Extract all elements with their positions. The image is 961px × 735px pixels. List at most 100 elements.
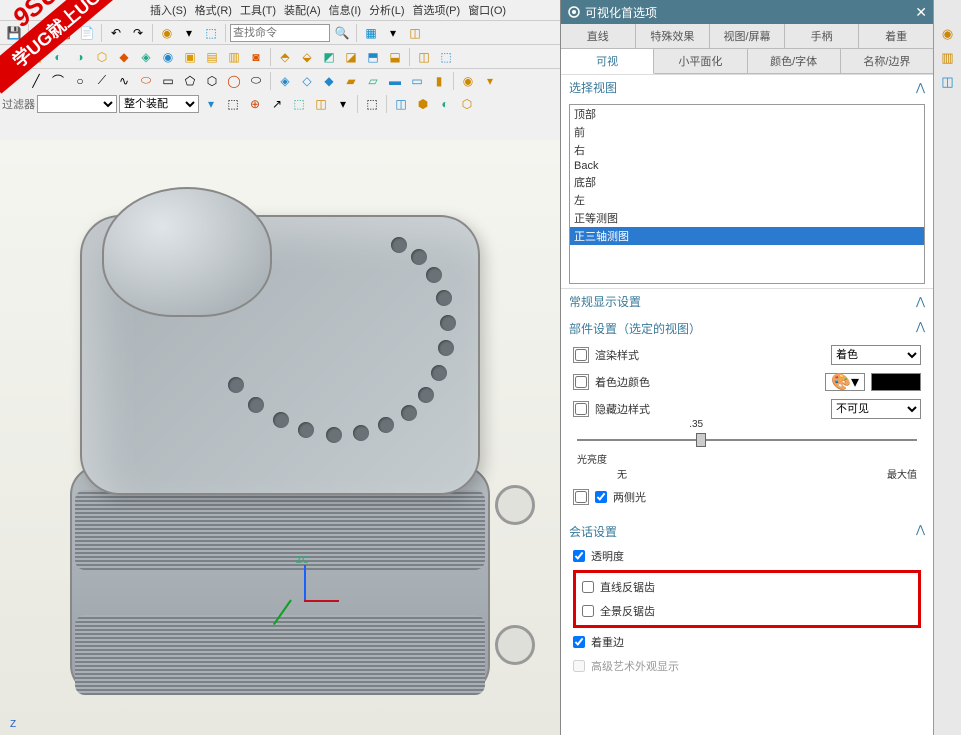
tab-name-border[interactable]: 名称/边界 [841,49,933,73]
section-select-view[interactable]: 选择视图 ⋀ [561,74,933,100]
full-aa-checkbox[interactable] [582,605,594,617]
curve-icon-12[interactable]: ⬭ [246,71,266,91]
filter-combo[interactable] [37,95,117,113]
f-icon-12[interactable]: ⬡ [457,94,477,114]
slider-thumb[interactable] [696,433,706,447]
undo-icon[interactable]: ↶ [106,23,126,43]
f-icon-9[interactable]: ◫ [391,94,411,114]
solid-icon-13[interactable]: ⬘ [275,47,295,67]
tool-icon-3[interactable]: ⬚ [201,23,221,43]
tool-icon-1[interactable]: ◉ [157,23,177,43]
menu-info[interactable]: 信息(I) [329,2,361,18]
strip-icon-3[interactable]: ◫ [938,72,958,92]
solid-icon-10[interactable]: ▤ [202,47,222,67]
curve-icon-7[interactable]: ⬭ [136,71,156,91]
f-icon-10[interactable]: ⬢ [413,94,433,114]
surf-icon-4[interactable]: ▰ [341,71,361,91]
surf-icon-9[interactable]: ◉ [458,71,478,91]
curve-icon-2[interactable]: ╱ [26,71,46,91]
edge-color-checkbox[interactable] [575,376,587,388]
assembly-combo[interactable]: 整个装配 [119,95,199,113]
menu-window[interactable]: 窗口(O) [468,2,506,18]
menu-tools[interactable]: 工具(T) [240,2,276,18]
solid-icon-20[interactable]: ⬚ [436,47,456,67]
tab-emphasis[interactable]: 着重 [859,24,933,48]
paste-icon[interactable]: 📄 [77,23,97,43]
strip-icon-2[interactable]: ▥ [938,48,958,68]
solid-icon-12[interactable]: ◙ [246,47,266,67]
save-icon[interactable]: 💾 [4,23,24,43]
tab-line[interactable]: 直线 [561,24,636,48]
solid-icon-14[interactable]: ⬙ [297,47,317,67]
view-item-front[interactable]: 前 [570,123,924,141]
f-icon-11[interactable]: ◐ [435,94,455,114]
surf-icon-8[interactable]: ▮ [429,71,449,91]
solid-icon-16[interactable]: ◪ [341,47,361,67]
box-icon[interactable]: ◫ [405,23,425,43]
menu-analysis[interactable]: 分析(L) [369,2,404,18]
view-item-right[interactable]: 右 [570,141,924,159]
surf-icon-5[interactable]: ▱ [363,71,383,91]
solid-icon-5[interactable]: ⬡ [92,47,112,67]
solid-icon-3[interactable]: ◐ [48,47,68,67]
solid-icon-19[interactable]: ◫ [414,47,434,67]
surf-icon-1[interactable]: ◈ [275,71,295,91]
solid-icon-6[interactable]: ◆ [114,47,134,67]
curve-icon-8[interactable]: ▭ [158,71,178,91]
dropdown-icon[interactable]: ▾ [383,23,403,43]
tab-view-screen[interactable]: 视图/屏幕 [710,24,785,48]
part-settings-header[interactable]: 部件设置（选定的视图） ⋀ [569,316,925,341]
solid-icon-1[interactable]: ⬢ [4,47,24,67]
f-icon-4[interactable]: ↗ [267,94,287,114]
close-icon[interactable]: ✕ [915,4,927,21]
grid-icon[interactable]: ▦ [361,23,381,43]
surf-icon-6[interactable]: ▬ [385,71,405,91]
f-icon-8[interactable]: ⬚ [362,94,382,114]
solid-icon-9[interactable]: ▣ [180,47,200,67]
curve-icon-10[interactable]: ⬡ [202,71,222,91]
color-swatch[interactable] [871,373,921,391]
view-item-left[interactable]: 左 [570,191,924,209]
color-picker-button[interactable]: 🎨▾ [825,373,865,391]
tab-effects[interactable]: 特殊效果 [636,24,711,48]
f-icon-5[interactable]: ⬚ [289,94,309,114]
redo-icon[interactable]: ↷ [128,23,148,43]
hidden-edge-combo[interactable]: 不可见 [831,399,921,419]
f-icon-7[interactable]: ▾ [333,94,353,114]
curve-icon-3[interactable]: ⌒ [48,71,68,91]
transparency-checkbox[interactable] [573,550,585,562]
f-icon-6[interactable]: ◫ [311,94,331,114]
two-sided-enable[interactable] [575,491,587,503]
curve-icon-1[interactable]: · [4,71,24,91]
two-sided-checkbox[interactable] [595,491,607,503]
menu-insert[interactable]: 插入(S) [150,2,187,18]
solid-icon-18[interactable]: ⬓ [385,47,405,67]
curve-icon-4[interactable]: ○ [70,71,90,91]
view-item-back[interactable]: Back [570,159,924,173]
surf-icon-2[interactable]: ◇ [297,71,317,91]
tab-facet[interactable]: 小平面化 [654,49,747,73]
view-list[interactable]: 顶部 前 右 Back 底部 左 正等测图 正三轴测图 [569,104,925,284]
menu-format[interactable]: 格式(R) [195,2,232,18]
f-icon-2[interactable]: ⬚ [223,94,243,114]
copy-icon[interactable]: 📋 [55,23,75,43]
viewport[interactable]: ZC Z [0,140,560,735]
emphasis-edge-checkbox[interactable] [573,636,585,648]
section-display-settings[interactable]: 常规显示设置 ⋀ [561,288,933,314]
render-style-combo[interactable]: 着色 [831,345,921,365]
solid-icon-15[interactable]: ◩ [319,47,339,67]
solid-icon-17[interactable]: ⬒ [363,47,383,67]
curve-icon-5[interactable]: ⟋ [92,71,112,91]
session-settings-header[interactable]: 会话设置 ⋀ [569,519,925,544]
solid-icon-11[interactable]: ▥ [224,47,244,67]
curve-icon-9[interactable]: ⬠ [180,71,200,91]
cut-icon[interactable]: ✂ [33,23,53,43]
f-icon-3[interactable]: ⊕ [245,94,265,114]
curve-icon-6[interactable]: ∿ [114,71,134,91]
view-item-tri[interactable]: 正三轴测图 [570,227,924,245]
menu-assembly[interactable]: 装配(A) [284,2,321,18]
brightness-slider[interactable]: .35 [577,431,917,447]
surf-icon-3[interactable]: ◆ [319,71,339,91]
command-search-input[interactable] [230,24,330,42]
render-style-checkbox[interactable] [575,349,587,361]
